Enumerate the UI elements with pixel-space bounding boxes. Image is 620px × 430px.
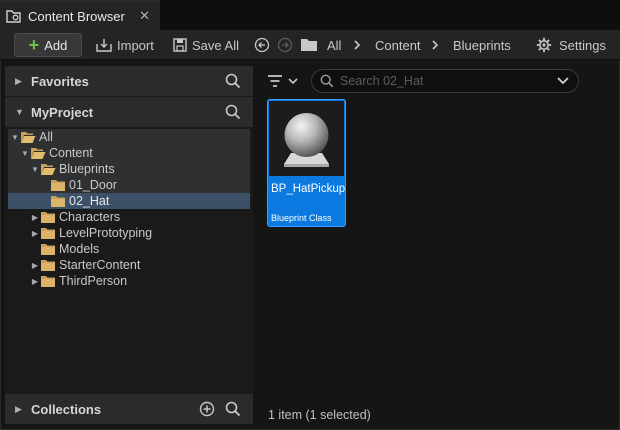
caret-down-icon: ▼ [31, 164, 39, 174]
asset-tile[interactable]: BP_HatPickup Blueprint Class [267, 99, 346, 227]
settings-button-label: Settings [559, 37, 606, 53]
breadcrumb-separator[interactable] [352, 33, 362, 57]
search-icon [320, 74, 334, 88]
tree-item-label: 01_Door [69, 178, 117, 192]
gear-icon [536, 37, 552, 53]
import-button[interactable]: Import [95, 33, 154, 57]
tree-item-02-hat[interactable]: 02_Hat [8, 193, 250, 209]
save-all-button[interactable]: Save All [172, 33, 239, 57]
caret-down-icon: ▼ [15, 107, 24, 117]
tree-item-levelprototyping[interactable]: ▶ LevelPrototyping [8, 225, 250, 241]
arrow-right-circle-icon [277, 37, 293, 53]
asset-name: BP_HatPickup [271, 183, 346, 195]
chevron-right-icon [432, 40, 439, 50]
asset-type: Blueprint Class [271, 213, 332, 223]
caret-right-icon: ▶ [31, 260, 39, 270]
filter-icon [268, 75, 282, 87]
save-all-button-label: Save All [192, 37, 239, 53]
folder-icon [41, 211, 55, 223]
asset-search[interactable] [311, 69, 579, 93]
open-folder-icon [41, 163, 56, 175]
tree-item-characters[interactable]: ▶ Characters [8, 209, 250, 225]
collections-header[interactable]: ▶ Collections [5, 394, 253, 424]
search-icon[interactable] [225, 401, 241, 417]
tree-item-all[interactable]: ▼ All [8, 129, 250, 145]
tab-title: Content Browser [28, 8, 125, 24]
folder-icon [41, 227, 55, 239]
add-button[interactable]: + Add [14, 33, 82, 57]
search-icon[interactable] [225, 104, 241, 120]
favorites-label: Favorites [31, 73, 89, 89]
folder-icon[interactable] [300, 33, 318, 57]
status-text: 1 item (1 selected) [268, 408, 371, 422]
tree-item-label: Blueprints [59, 162, 115, 176]
breadcrumb-all[interactable]: All [327, 33, 341, 57]
tree-item-label: ThirdPerson [59, 274, 128, 288]
tree-item-01-door[interactable]: 01_Door [8, 177, 250, 193]
tree-item-startercontent[interactable]: ▶ StarterContent [8, 257, 250, 273]
folder-icon [41, 259, 55, 271]
settings-button[interactable]: Settings [536, 33, 606, 57]
chevron-right-icon [354, 40, 361, 50]
plus-icon: + [28, 35, 40, 55]
blueprint-sphere-icon [284, 113, 329, 167]
caret-down-icon: ▼ [11, 132, 19, 142]
caret-right-icon: ▶ [31, 276, 39, 286]
back-button[interactable] [254, 33, 270, 57]
tree-item-blueprints[interactable]: ▼ Blueprints [8, 161, 250, 177]
add-circle-icon[interactable] [199, 401, 215, 417]
content-browser-icon [6, 10, 21, 23]
forward-button[interactable] [277, 33, 293, 57]
open-folder-icon [31, 147, 46, 159]
tree-item-models[interactable]: Models [8, 241, 250, 257]
collections-label: Collections [31, 401, 102, 417]
tree-item-content[interactable]: ▼ Content [8, 145, 250, 161]
search-input[interactable] [340, 74, 550, 88]
arrow-left-circle-icon [254, 37, 270, 53]
open-folder-icon [21, 131, 36, 143]
tree-item-label: StarterContent [59, 258, 141, 272]
chevron-down-icon[interactable] [556, 75, 570, 87]
import-icon [96, 39, 112, 52]
tree-item-label: Content [49, 146, 93, 160]
add-button-label: Add [44, 37, 68, 53]
caret-right-icon: ▶ [31, 212, 39, 222]
caret-right-icon: ▶ [15, 75, 22, 86]
toolbar: + Add Import Save All All Content Bluepr… [0, 30, 620, 60]
breadcrumb-content[interactable]: Content [375, 33, 421, 57]
breadcrumb-separator[interactable] [430, 33, 440, 57]
asset-thumbnail [269, 101, 344, 176]
folder-icon [41, 275, 55, 287]
folder-icon [41, 243, 55, 255]
tab-content-browser[interactable]: Content Browser ✕ [0, 0, 160, 30]
project-label: MyProject [31, 104, 94, 120]
tree-item-label: LevelPrototyping [59, 226, 153, 240]
folder-icon [51, 195, 65, 207]
caret-down-icon: ▼ [21, 148, 29, 158]
import-button-label: Import [117, 37, 154, 53]
save-icon [173, 38, 187, 52]
tree-item-label: All [39, 130, 53, 144]
search-icon[interactable] [225, 73, 241, 89]
folder-icon [51, 179, 65, 191]
caret-right-icon: ▶ [31, 228, 39, 238]
tree-item-label: Characters [59, 210, 121, 224]
sources-panel: ▶ Favorites ▼ MyProject ▼ All ▼ Content [5, 66, 253, 424]
project-header[interactable]: ▼ MyProject [5, 97, 253, 127]
filter-button[interactable] [267, 71, 299, 91]
tree-item-label: Models [59, 242, 100, 256]
tree-item-thirdperson[interactable]: ▶ ThirdPerson [8, 273, 250, 289]
tree-item-label: 02_Hat [69, 194, 110, 208]
chevron-down-icon [288, 78, 298, 85]
tab-bar: Content Browser ✕ [0, 0, 620, 30]
caret-right-icon: ▶ [15, 403, 22, 414]
favorites-header[interactable]: ▶ Favorites [5, 66, 253, 96]
close-icon[interactable]: ✕ [139, 8, 150, 24]
breadcrumb-blueprints[interactable]: Blueprints [453, 33, 511, 57]
asset-view: BP_HatPickup Blueprint Class 1 item (1 s… [259, 66, 614, 424]
